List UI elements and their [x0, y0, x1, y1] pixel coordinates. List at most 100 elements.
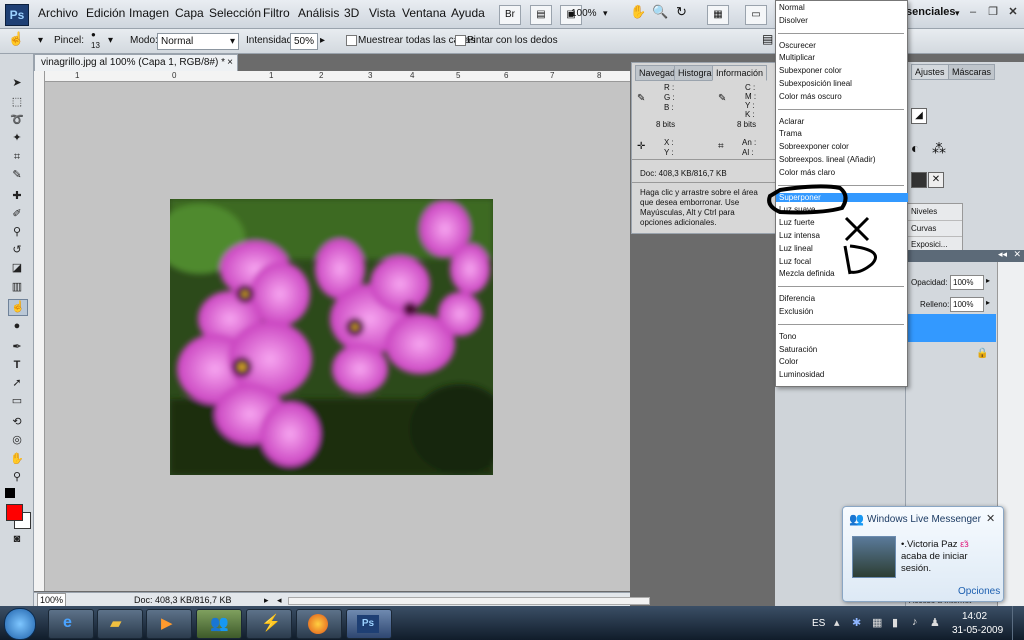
pen-tool-icon[interactable]: ✒ — [8, 340, 26, 355]
eraser-tool-icon[interactable]: ◪ — [8, 261, 26, 276]
dodge-tool-icon[interactable]: ● — [8, 319, 26, 334]
opacity-input[interactable]: 100% — [950, 275, 984, 290]
taskbar-media-player[interactable]: ▶ — [146, 609, 192, 639]
close-panel-icon[interactable]: ✕ — [1013, 249, 1021, 260]
show-desktop-button[interactable] — [1012, 606, 1024, 640]
adjust-threshold-icon[interactable]: ✕ — [928, 172, 944, 188]
blend-mode-item[interactable]: Color más claro — [779, 168, 835, 177]
brush-panel-icon[interactable]: ▤ — [762, 32, 773, 46]
menu-analisis[interactable]: Análisis — [298, 6, 339, 20]
brush-preview-icon[interactable]: ● — [91, 30, 96, 39]
adjust-channel-mixer-icon[interactable]: ⁂ — [932, 140, 946, 157]
horizontal-scrollbar[interactable] — [288, 597, 650, 605]
network-icon[interactable]: ▦ — [872, 616, 882, 629]
finger-paint-checkbox[interactable] — [455, 35, 466, 46]
adjust-color-balance-icon[interactable]: ◐ — [911, 140, 919, 156]
clone-stamp-icon[interactable]: ⚲ — [8, 225, 26, 240]
blend-mode-item[interactable]: Luminosidad — [779, 370, 824, 379]
language-indicator[interactable]: ES — [812, 618, 825, 629]
clock-date[interactable]: 31-05-2009 — [952, 625, 1003, 636]
blend-mode-item[interactable]: Exclusión — [779, 307, 813, 316]
menu-ayuda[interactable]: Ayuda — [451, 6, 485, 20]
blend-mode-item[interactable]: Oscurecer — [779, 41, 816, 50]
adjust-invert-icon[interactable] — [911, 172, 927, 188]
quick-mask-icon[interactable]: ◙ — [8, 532, 26, 547]
restore-icon[interactable]: ❐ — [986, 5, 1000, 19]
path-selection-icon[interactable]: ➚ — [8, 376, 26, 391]
menu-ventana[interactable]: Ventana — [402, 6, 446, 20]
blend-mode-item[interactable]: Subexposición lineal — [779, 79, 852, 88]
tab-mascaras[interactable]: Máscaras — [948, 64, 996, 80]
blend-mode-item[interactable]: Sobreexpos. lineal (Añadir) — [779, 155, 876, 164]
blend-mode-item[interactable]: Saturación — [779, 345, 817, 354]
blend-mode-item[interactable]: Color más oscuro — [779, 92, 842, 101]
blend-mode-item[interactable]: Disolver — [779, 16, 808, 25]
workspace-label[interactable]: senciales — [906, 6, 956, 18]
blend-mode-item[interactable]: Color — [779, 357, 798, 366]
foreground-color-swatch[interactable] — [6, 504, 23, 521]
flower-photo[interactable] — [170, 199, 493, 475]
shape-tool-icon[interactable]: ▭ — [8, 394, 26, 409]
power-icon[interactable]: ▮ — [892, 616, 898, 629]
photoshop-logo[interactable]: Ps — [5, 4, 29, 26]
lasso-tool-icon[interactable]: ➰ — [8, 113, 26, 128]
hand-tool-icon[interactable]: ✋ — [8, 452, 26, 467]
close-icon[interactable]: ✕ — [1006, 5, 1020, 19]
scroll-left-icon[interactable]: ◂ — [277, 593, 282, 607]
menu-edicion[interactable]: Edición — [86, 6, 125, 20]
messenger-close-icon[interactable]: ✕ — [986, 512, 995, 525]
tab-ajustes[interactable]: Ajustes — [911, 64, 949, 80]
close-document-icon[interactable]: × — [227, 55, 233, 71]
adjust-preset-niveles[interactable]: Niveles — [907, 204, 962, 221]
selected-layer-row[interactable] — [906, 314, 996, 342]
messenger-notification[interactable]: 👥 Windows Live Messenger ✕ •.Victoria Pa… — [842, 506, 1004, 602]
taskbar-messenger[interactable]: 👥 — [196, 609, 242, 639]
menu-filtro[interactable]: Filtro — [263, 6, 290, 20]
messenger-tray-icon[interactable]: ♟ — [930, 616, 940, 629]
rotate-view-icon[interactable]: ↻ — [676, 4, 687, 20]
zoom-field[interactable]: 100% — [37, 593, 67, 607]
brush-tool-icon[interactable]: ✐ — [8, 207, 26, 222]
blend-mode-item[interactable]: Tono — [779, 332, 796, 341]
blend-mode-item[interactable]: Normal — [779, 3, 805, 12]
menu-vista[interactable]: Vista — [369, 6, 395, 20]
blend-mode-item[interactable]: Subexponer color — [779, 66, 842, 75]
default-colors-icon[interactable] — [5, 488, 15, 498]
workspace-chevron-icon[interactable]: ▾ — [955, 8, 960, 19]
3d-orbit-icon[interactable]: ◎ — [8, 433, 26, 448]
messenger-options-link[interactable]: Opciones — [958, 586, 1000, 597]
zoom-tool-icon[interactable]: 🔍 — [652, 4, 668, 20]
eyedropper-icon[interactable]: ✎ — [8, 168, 26, 183]
history-brush-icon[interactable]: ↺ — [8, 243, 26, 258]
strength-chevron-icon[interactable]: ▸ — [320, 35, 325, 46]
blend-mode-item[interactable]: Multiplicar — [779, 53, 815, 62]
blend-mode-item[interactable]: Sobreexponer color — [779, 142, 849, 151]
tab-histogram[interactable]: Histogra — [674, 65, 716, 81]
strength-input[interactable]: 50% — [290, 33, 318, 50]
smudge-tool-icon[interactable]: ☝ — [8, 31, 24, 47]
opacity-chevron-icon[interactable]: ▸ — [986, 276, 990, 285]
adjust-preset-curvas[interactable]: Curvas — [907, 221, 962, 237]
menu-3d[interactable]: 3D — [344, 6, 359, 20]
tool-preset-chevron-icon[interactable]: ▾ — [38, 35, 43, 46]
document-tab[interactable]: vinagrillo.jpg al 100% (Capa 1, RGB/8#) … — [34, 54, 238, 71]
tray-expand-icon[interactable]: ▴ — [834, 616, 840, 629]
smudge-tool-button[interactable]: ☝ — [8, 299, 28, 316]
sample-all-checkbox[interactable] — [346, 35, 357, 46]
bluetooth-icon[interactable]: ✱ — [852, 616, 861, 629]
mode-select[interactable]: Normal ▾ — [157, 33, 239, 50]
minimize-icon[interactable]: – — [966, 5, 980, 19]
taskbar-ie[interactable]: e — [48, 609, 94, 639]
view-extras-icon[interactable]: ▤ — [530, 5, 552, 25]
zoom-tool-icon[interactable]: ⚲ — [8, 470, 26, 485]
type-tool-icon[interactable]: T — [8, 358, 26, 373]
collapse-panel-icon[interactable]: ◂◂ — [998, 249, 1007, 260]
taskbar-winamp[interactable]: ⚡ — [246, 609, 292, 639]
hand-tool-icon[interactable]: ✋ — [630, 4, 646, 20]
move-tool-icon[interactable]: ➤ — [8, 76, 26, 91]
blend-mode-item[interactable]: Aclarar — [779, 117, 804, 126]
adjust-levels-icon[interactable]: ◢ — [911, 108, 927, 124]
fill-chevron-icon[interactable]: ▸ — [986, 298, 990, 307]
tab-information[interactable]: Información — [712, 65, 768, 81]
menu-imagen[interactable]: Imagen — [129, 6, 169, 20]
